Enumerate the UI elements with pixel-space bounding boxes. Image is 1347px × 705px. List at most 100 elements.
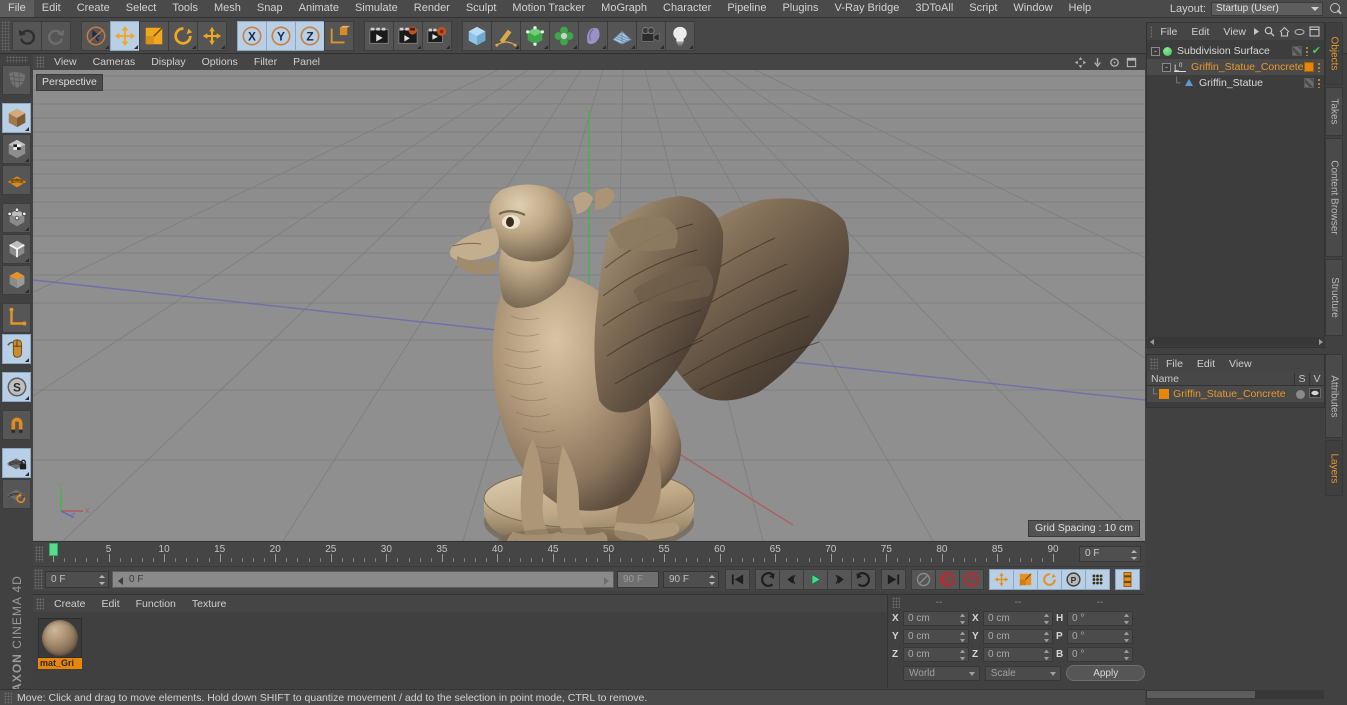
go-to-start-button[interactable] [725,568,750,590]
maximize-view-icon[interactable] [1126,57,1137,68]
stepper-icon[interactable] [709,574,715,585]
matmgr-menu-texture[interactable]: Texture [184,596,234,612]
menu-help[interactable]: Help [1061,0,1100,17]
bend-deformer-button[interactable] [578,20,608,51]
redo-button[interactable] [41,20,71,51]
current-frame-field[interactable]: 0 F [45,570,109,588]
frame-icon[interactable] [1309,26,1320,37]
render-view-button[interactable] [364,20,394,51]
world-object-coords-button[interactable] [324,20,354,51]
texture-mode-button[interactable] [2,134,31,164]
timeline-grip[interactable] [35,546,43,562]
visibility-toggle-icon[interactable] [1309,387,1321,401]
objmgr-menu-file[interactable]: File [1153,24,1184,40]
play-button[interactable] [803,568,828,590]
vtab-structure[interactable]: Structure [1325,259,1343,336]
objmgr-menu-edit[interactable]: Edit [1184,24,1216,40]
vtab-objects[interactable]: Objects [1325,22,1343,85]
move-tool-button[interactable] [110,20,140,51]
move-axis-button[interactable] [197,20,227,51]
layer-color-swatch[interactable] [1159,389,1170,399]
object-tree-row[interactable]: - Subdivision Surface ✔ [1147,43,1324,59]
matmgr-menu-create[interactable]: Create [46,596,94,612]
viewport-grip[interactable] [36,56,44,68]
chevron-right-icon[interactable] [1253,27,1260,36]
objmgr-menu-view[interactable]: View [1216,24,1253,40]
coord-system-dropdown[interactable]: World [903,665,980,681]
object-tree[interactable]: - Subdivision Surface ✔ - L0 Griffin_Statue_C… [1147,40,1324,91]
tag-checker-icon[interactable] [1291,46,1302,56]
layout-dropdown[interactable]: Startup (User) [1211,1,1323,16]
object-manager-hscrollbar[interactable] [1148,337,1325,346]
viewport-menu-panel[interactable]: Panel [285,55,328,70]
matmgr-menu-edit[interactable]: Edit [94,596,128,612]
visibility-check-icon[interactable]: ✔ [1312,46,1321,57]
tree-expander[interactable]: - [1162,62,1171,72]
apply-button[interactable]: Apply [1066,665,1145,681]
menu-mograph[interactable]: MoGraph [593,0,655,17]
move-view-icon[interactable] [1075,56,1086,68]
menu-mesh[interactable]: Mesh [206,0,249,17]
viewport-menu-filter[interactable]: Filter [246,55,285,70]
scroll-right-icon[interactable] [1317,338,1325,346]
size-input[interactable]: 0 cm [983,647,1053,662]
live-selection-button[interactable] [81,20,111,51]
next-key-button[interactable] [851,568,876,590]
model-mode-button[interactable] [2,103,31,133]
vtab-attributes[interactable]: Attributes [1325,354,1343,438]
keyframe-selection-button[interactable]: ? [959,568,984,590]
menu-motion-tracker[interactable]: Motion Tracker [504,0,593,17]
menu-file[interactable]: File [0,0,34,17]
material-manager-grip[interactable] [36,597,44,610]
edges-mode-button[interactable] [2,234,31,264]
enable-axis-button[interactable]: S [2,372,31,402]
eye-icon[interactable] [1294,28,1305,36]
object-tree-row[interactable]: - L0 Griffin_Statue_Concrete [1147,59,1324,75]
menu-window[interactable]: Window [1005,0,1060,17]
perspective-viewport[interactable]: View Cameras Display Options Filter Panel [33,54,1145,541]
vtab-takes[interactable]: Takes [1325,87,1343,136]
coordinate-manager-grip[interactable] [892,597,900,608]
object-tree-row[interactable]: └ Griffin_Statue [1147,75,1324,91]
viewport-menu-view[interactable]: View [46,55,85,70]
viewport-solo-button[interactable] [2,334,31,364]
layermgr-menu-view[interactable]: View [1222,356,1259,372]
autokeying-button[interactable] [935,568,960,590]
array-generator-button[interactable] [549,20,579,51]
position-input[interactable]: 0 cm [903,629,969,644]
object-manager-grip[interactable] [1150,25,1153,38]
stepper-icon[interactable] [1131,550,1137,560]
previous-key-button[interactable] [755,568,780,590]
scroll-left-icon[interactable] [1148,338,1156,346]
viewport-3d-scene[interactable]: Y X Z [33,69,1145,541]
timeline-track[interactable]: 051015202530354045505560657075808590 [45,542,1059,567]
material-list[interactable]: mat_Gri [33,612,887,669]
bottom-hscrollbar[interactable] [1146,690,1324,699]
light-button[interactable] [665,20,695,51]
workplane-reset-button[interactable] [2,479,31,509]
size-input[interactable]: 0 cm [983,611,1053,626]
size-input[interactable]: 0 cm [983,629,1053,644]
menu-create[interactable]: Create [69,0,118,17]
matmgr-menu-function[interactable]: Function [128,596,184,612]
rotation-key-button[interactable] [1037,568,1062,590]
camera-button[interactable] [636,20,666,51]
undo-button[interactable] [12,20,42,51]
scale-key-button[interactable] [1013,568,1038,590]
layer-manager-grip[interactable] [1150,357,1158,370]
snap-magnet-button[interactable] [2,410,31,440]
layermgr-menu-file[interactable]: File [1159,356,1190,372]
zoom-view-icon[interactable] [1092,57,1103,68]
material-chip[interactable]: mat_Gri [38,618,82,669]
rotation-input[interactable]: 0 ° [1067,629,1133,644]
menu-tools[interactable]: Tools [164,0,206,17]
stepper-icon[interactable] [99,574,105,585]
rotation-input[interactable]: 0 ° [1067,647,1133,662]
rotation-input[interactable]: 0 ° [1067,611,1133,626]
render-settings-button[interactable] [422,20,452,51]
timeline-frame-field[interactable]: 0 F [1079,546,1141,562]
position-input[interactable]: 0 cm [903,647,969,662]
workplane-button[interactable] [2,165,31,195]
layer-row[interactable]: └ Griffin_Statue_Concrete [1147,386,1324,402]
record-active-objects-button[interactable] [911,568,936,590]
